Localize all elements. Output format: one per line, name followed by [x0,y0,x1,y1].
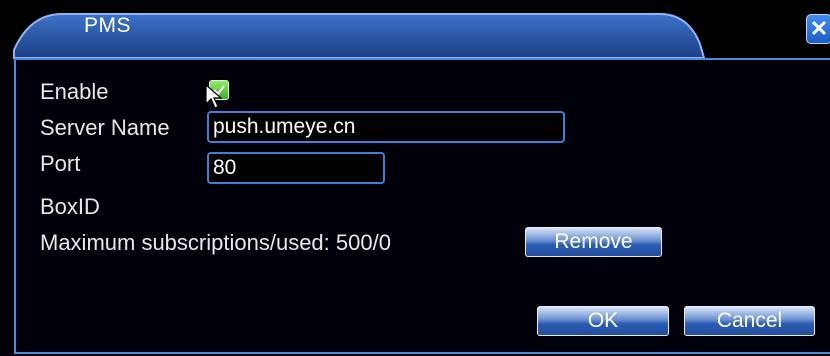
dialog-title: PMS [84,14,132,37]
port-input[interactable]: 80 [207,152,385,184]
boxid-label: BoxID [40,194,100,219]
pms-dialog: PMS ✕ Enable Server Name push.umeye.cn P… [0,0,830,356]
ok-button[interactable]: OK [537,306,669,336]
close-icon: ✕ [809,16,829,41]
mouse-pointer-icon [205,84,223,109]
cancel-button[interactable]: Cancel [684,306,815,336]
remove-button[interactable]: Remove [525,227,662,257]
server-name-input[interactable]: push.umeye.cn [207,111,565,143]
server-name-label: Server Name [40,115,170,140]
enable-label: Enable [40,79,109,104]
subscriptions-label: Maximum subscriptions/used: 500/0 [40,230,391,255]
title-bar: PMS ✕ [0,0,830,60]
close-button[interactable]: ✕ [806,14,830,44]
port-label: Port [40,151,81,176]
